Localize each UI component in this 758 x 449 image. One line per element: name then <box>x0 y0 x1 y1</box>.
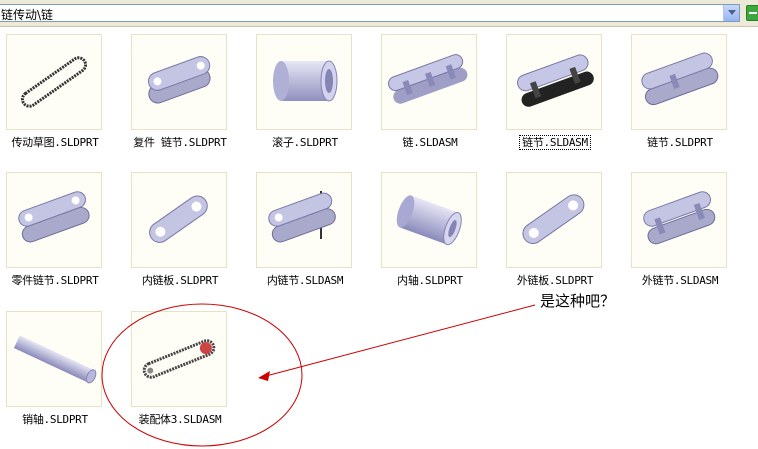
file-name: 内轴.SLDPRT <box>397 274 463 287</box>
chain-assembly-icon <box>388 54 468 104</box>
file-thumbnail <box>6 34 102 130</box>
file-item[interactable]: 滚子.SLDPRT <box>250 30 374 166</box>
file-name: 链节.SLDASM <box>490 134 620 150</box>
file-item[interactable]: 链.SLDASM <box>375 30 499 166</box>
sketch-chain-loop-icon <box>20 56 88 108</box>
address-path: 链传动\链 <box>1 8 54 22</box>
file-thumbnail <box>506 34 602 130</box>
file-name: 零件链节.SLDPRT <box>11 274 99 287</box>
file-item[interactable]: 内链节.SLDASM <box>250 168 374 304</box>
file-name: 链.SLDASM <box>402 136 458 149</box>
file-name: 外链节.SLDASM <box>641 274 719 287</box>
arrowhead-icon <box>258 371 270 381</box>
file-item[interactable]: 外链节.SLDASM <box>625 168 749 304</box>
file-item[interactable]: 复件 链节.SLDPRT <box>125 30 249 166</box>
file-thumbnail <box>631 172 727 268</box>
file-item[interactable]: 链节.SLDPRT <box>625 30 749 166</box>
file-name: 销轴.SLDPRT <box>22 413 88 426</box>
file-item[interactable]: 装配体3.SLDASM <box>125 307 249 443</box>
file-thumbnail <box>131 311 227 407</box>
chain-link-icon <box>641 52 719 106</box>
file-thumbnail <box>381 34 477 130</box>
address-field[interactable]: 链传动\链 <box>0 4 740 22</box>
inner-link-assembly-icon <box>268 191 336 243</box>
file-thumbnail <box>6 172 102 268</box>
address-bar: 链传动\链 <box>0 0 758 27</box>
chain-link-assembly-icon <box>517 54 594 107</box>
file-item[interactable]: 传动草图.SLDPRT <box>0 30 124 166</box>
file-thumbnail <box>131 172 227 268</box>
bushing-cylinder-icon <box>396 195 462 246</box>
roller-cylinder-icon <box>273 60 338 102</box>
outer-plate-icon <box>522 194 585 245</box>
file-item[interactable]: 销轴.SLDPRT <box>0 307 124 443</box>
chevron-down-icon <box>727 10 736 15</box>
file-name: 装配体3.SLDASM <box>138 413 222 426</box>
pin-shaft-icon <box>13 335 97 384</box>
file-name: 链节.SLDPRT <box>647 136 713 149</box>
file-item[interactable]: 链节.SLDASM <box>500 30 624 166</box>
file-name: 内链板.SLDPRT <box>141 274 219 287</box>
file-thumbnail <box>6 311 102 407</box>
file-name: 外链板.SLDPRT <box>516 274 594 287</box>
dropdown-button[interactable] <box>723 5 739 21</box>
file-item[interactable]: 内轴.SLDPRT <box>375 168 499 304</box>
file-thumbnail <box>631 34 727 130</box>
file-thumbnail <box>256 34 352 130</box>
chain-link-icon <box>147 56 211 104</box>
chain-link-icon <box>18 191 90 243</box>
file-name: 复件 链节.SLDPRT <box>133 136 227 149</box>
file-thumbnail <box>256 172 352 268</box>
file-thumbnail <box>381 172 477 268</box>
chain-drive-assembly-icon <box>142 339 216 379</box>
annotation-text: 是这种吧？ <box>540 292 616 310</box>
annotation-arrow-line <box>265 304 536 377</box>
go-button[interactable] <box>746 5 758 21</box>
outer-link-assembly-icon <box>643 191 716 245</box>
file-thumbnail <box>131 34 227 130</box>
file-thumbnail <box>506 172 602 268</box>
file-item[interactable]: 零件链节.SLDPRT <box>0 168 124 304</box>
file-name: 滚子.SLDPRT <box>272 136 338 149</box>
inner-plate-icon <box>149 195 208 243</box>
file-item[interactable]: 内链板.SLDPRT <box>125 168 249 304</box>
file-item[interactable]: 外链板.SLDPRT <box>500 168 624 304</box>
file-name: 传动草图.SLDPRT <box>11 136 99 149</box>
file-name: 内链节.SLDASM <box>266 274 344 287</box>
